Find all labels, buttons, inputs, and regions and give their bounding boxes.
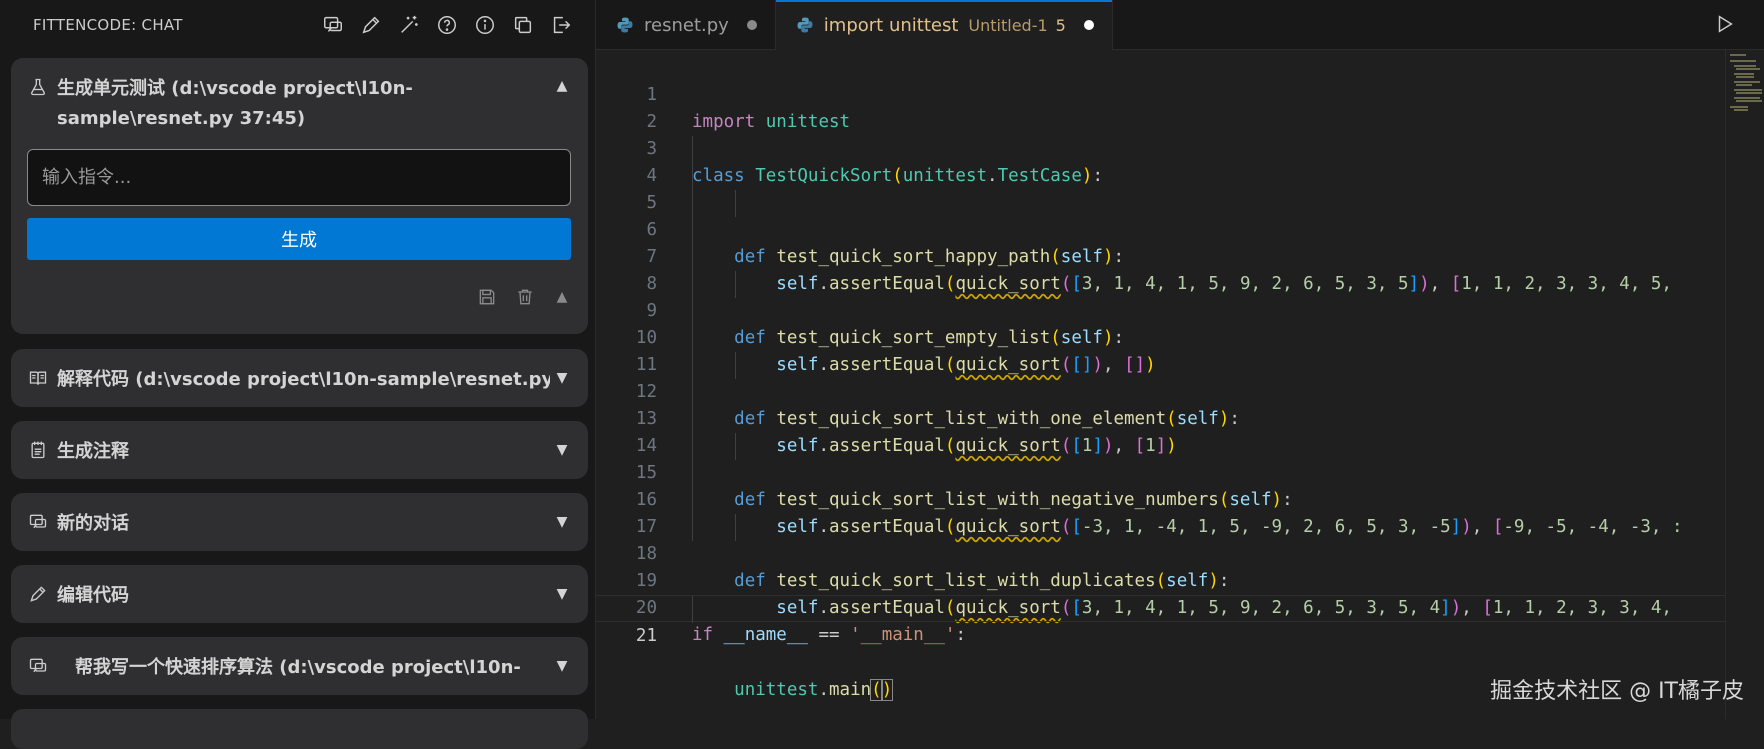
exit-icon[interactable]: [547, 11, 575, 39]
tab-label: import unittest: [823, 14, 959, 36]
instruction-input[interactable]: [27, 149, 571, 206]
panel-quicksort-chat: 帮我写一个快速排序算法 (d:\vscode project\l10n- ▼: [11, 637, 588, 695]
chat-icon: [25, 509, 51, 535]
line-number: 21: [635, 626, 657, 646]
caret-down-icon[interactable]: ▼: [550, 366, 574, 390]
tab-label: resnet.py: [644, 14, 729, 36]
minimap[interactable]: [1725, 50, 1764, 719]
code-line: 6 self.assertEqual(quick_sort([3, 1, 4, …: [596, 190, 1726, 294]
panel-header[interactable]: 编辑代码 ▼: [11, 565, 588, 623]
panel-title: 生成注释: [57, 441, 129, 462]
panel-title: 帮我写一个快速排序算法 (d:\vscode project\l10n-: [75, 657, 521, 678]
book-icon: [25, 365, 51, 391]
unsaved-dot-icon[interactable]: [1083, 20, 1094, 30]
panel-title: 生成单元测试 (d:\vscode project\l10n-sample\re…: [57, 78, 413, 129]
unsaved-dot-icon[interactable]: [746, 20, 757, 30]
panel-tools: ▲: [474, 284, 574, 310]
generate-button[interactable]: 生成: [27, 218, 571, 260]
caret-down-icon[interactable]: ▼: [550, 438, 574, 462]
new-chat-icon[interactable]: [319, 11, 347, 39]
panel-header[interactable]: 帮我写一个快速排序算法 (d:\vscode project\l10n- ▼: [11, 637, 588, 695]
code-editor: resnet.py import unittest Untitled-1 5 1…: [596, 0, 1764, 719]
caret-down-icon[interactable]: ▼: [550, 654, 574, 678]
notepad-icon: [25, 437, 51, 463]
beaker-icon: [25, 74, 51, 100]
run-button[interactable]: [1714, 13, 1736, 35]
problem-count-badge: 5: [1055, 15, 1066, 35]
code-text: if __name__ == '__main__':: [692, 625, 966, 645]
code-line: 14 def test_quick_sort_list_with_negativ…: [596, 406, 1726, 510]
panel-title: 解释代码 (d:\vscode project\l10n-sample\resn…: [57, 369, 550, 390]
code-line: 4: [596, 136, 1726, 186]
code-line: 2: [596, 82, 1726, 132]
code-line-current: 21 unittest.main(): [596, 595, 1726, 701]
code-line: 9 self.assertEqual(quick_sort([]), []): [596, 271, 1726, 375]
panel-header[interactable]: 解释代码 (d:\vscode project\l10n-sample\resn…: [11, 349, 588, 407]
tab-resnet-py[interactable]: resnet.py: [596, 0, 776, 50]
code-line: 15 self.assertEqual(quick_sort([-3, 1, -…: [596, 433, 1726, 537]
play-icon: [1718, 15, 1733, 33]
info-icon[interactable]: [471, 11, 499, 39]
code-line: 7: [596, 217, 1726, 267]
pencil-icon: [25, 581, 51, 607]
panel-header[interactable]: 生成单元测试 (d:\vscode project\l10n-sample\re…: [11, 58, 588, 134]
code-line: 11 def test_quick_sort_list_with_one_ele…: [596, 325, 1726, 429]
panel-partial: [11, 709, 588, 749]
watermark: 掘金技术社区 @ IT橘子皮: [1490, 679, 1744, 704]
code-line: 12 self.assertEqual(quick_sort([1]), [1]…: [596, 352, 1726, 456]
panel-title: 编辑代码: [57, 585, 129, 606]
caret-up-icon[interactable]: ▲: [550, 285, 574, 309]
code-text: unittest.main(): [734, 679, 894, 701]
code-line: 20 if __name__ == '__main__':: [596, 568, 1726, 645]
chat-sidebar: FITTENCODE: CHAT 生成单元测试 (d:\vscode proje…: [0, 0, 596, 749]
sidebar-actions: [319, 11, 575, 39]
panel-explain-code: 解释代码 (d:\vscode project\l10n-sample\resn…: [11, 349, 588, 407]
magic-wand-icon[interactable]: [395, 11, 423, 39]
panel-edit-code: 编辑代码 ▼: [11, 565, 588, 623]
sidebar-header: FITTENCODE: CHAT: [0, 0, 595, 50]
code-line: 16: [596, 460, 1726, 510]
panel-generate-comments: 生成注释 ▼: [11, 421, 588, 479]
code-line: 17 def test_quick_sort_list_with_duplica…: [596, 487, 1726, 591]
caret-up-icon[interactable]: ▲: [550, 74, 574, 98]
code-line: 10: [596, 298, 1726, 348]
code-line: 8 def test_quick_sort_empty_list(self):: [596, 244, 1726, 348]
code-area[interactable]: 1 import unittest 2 3 class TestQuickSor…: [596, 50, 1726, 719]
copy-icon[interactable]: [509, 11, 537, 39]
python-icon: [797, 17, 813, 33]
code-line: 3 class TestQuickSort(unittest.TestCase)…: [596, 109, 1726, 186]
code-line: 1 import unittest: [596, 55, 1726, 132]
code-line: 13: [596, 379, 1726, 429]
code-line: 19: [596, 541, 1726, 591]
save-icon[interactable]: [474, 284, 500, 310]
trash-icon[interactable]: [512, 284, 538, 310]
panel-new-chat: 新的对话 ▼: [11, 493, 588, 551]
panel-generate-unit-test: 生成单元测试 (d:\vscode project\l10n-sample\re…: [11, 58, 588, 334]
panel-title: 新的对话: [57, 513, 129, 534]
code-line: 18 self.assertEqual(quick_sort([3, 1, 4,…: [596, 514, 1726, 618]
help-icon[interactable]: [433, 11, 461, 39]
tab-import-unittest[interactable]: import unittest Untitled-1 5: [775, 0, 1113, 50]
panel-header[interactable]: 生成注释 ▼: [11, 421, 588, 479]
panel-header[interactable]: 新的对话 ▼: [11, 493, 588, 551]
pencil-icon[interactable]: [357, 11, 385, 39]
tab-bar: resnet.py import unittest Untitled-1 5: [596, 0, 1764, 50]
caret-down-icon[interactable]: ▼: [550, 510, 574, 534]
caret-down-icon[interactable]: ▼: [550, 582, 574, 606]
chat-icon: [25, 653, 51, 679]
tab-subtitle: Untitled-1: [968, 15, 1048, 35]
python-icon: [617, 17, 633, 33]
code-line: 5 def test_quick_sort_happy_path(self):: [596, 163, 1726, 267]
sidebar-title: FITTENCODE: CHAT: [33, 16, 183, 34]
